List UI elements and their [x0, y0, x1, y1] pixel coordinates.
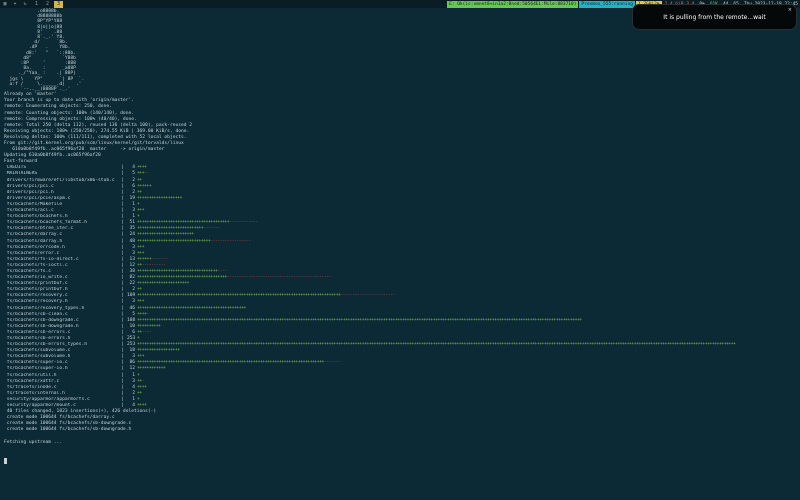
terminal-cursor [4, 457, 7, 464]
diffstat-deletions-bar: -- [144, 171, 149, 177]
terminal-icon[interactable]: ▦ [0, 0, 10, 8]
diffstat-deletions-bar: ------- [203, 226, 220, 232]
pin-icon[interactable]: ✶ [10, 0, 20, 8]
diffstat-insertions-bar: ++++++++++++++++++++++++++++++++++++++++… [137, 305, 246, 311]
diffstat-deletions-bar: ------- [323, 360, 341, 366]
workspace-1[interactable]: 1 [32, 1, 41, 8]
reload-icon[interactable]: ↻ [20, 0, 30, 8]
diffstat-deletions-bar: ----------------------------------------… [226, 275, 331, 281]
ascii-art-banner: .o8888b. d8888888b 8P"YP"Y88 8|o||o|88 8… [4, 9, 798, 92]
vpn-status: Proxmox_555:running [579, 0, 635, 8]
diffstat-insertions-bar: ++++++++++++++++++++++++++++++++++++++++… [137, 293, 341, 299]
diffstat-insertions-bar: +++++++++++++++++++ [137, 195, 182, 201]
diffstat-deletions-bar: ----------------- [210, 238, 251, 244]
prompt-line[interactable] [4, 457, 798, 466]
diffstat-insertions-bar: ++++++++++++++++++++++ [137, 281, 190, 287]
diffstat-deletions-bar: ---- [141, 329, 152, 335]
workspace-2[interactable]: 2 [43, 1, 52, 8]
diffstat-insertions-bar: ++++++++++++ [137, 366, 166, 372]
ethernet-status: E: Ok(ic:vmnet8+in1a2:Bnod:50564EL:Mile:… [447, 0, 579, 8]
diffstat-insertions-bar: ++++++++++++++++++++++++++++++++++++++++… [137, 317, 582, 323]
diffstat-summary: 40 files changed, 1023 insertions(+), 42… [4, 409, 798, 433]
diffstat-deletions-bar: ------------ [229, 220, 258, 226]
diffstat-list: CREDITS | 4 ++++ MAINTAINERS | 5 +++ -- drivers… [4, 165, 798, 409]
diffstat-insertions-bar: +++++++++++++++++++++++++++++++ [137, 238, 211, 244]
diffstat-deletions-bar: ----------------------- [340, 293, 395, 299]
workspace-3[interactable]: 3 [54, 0, 64, 8]
workspace-list: 123 [30, 0, 64, 8]
terminal-window[interactable]: .o8888b. d8888888b 8P"YP"Y88 8|o||o|88 8… [4, 9, 798, 489]
diffstat-insertions-bar: ++++++++++++++++++++++++++++++++++++++++… [137, 342, 736, 348]
git-pull-output: Already on 'master' Your branch is up to … [4, 92, 798, 165]
